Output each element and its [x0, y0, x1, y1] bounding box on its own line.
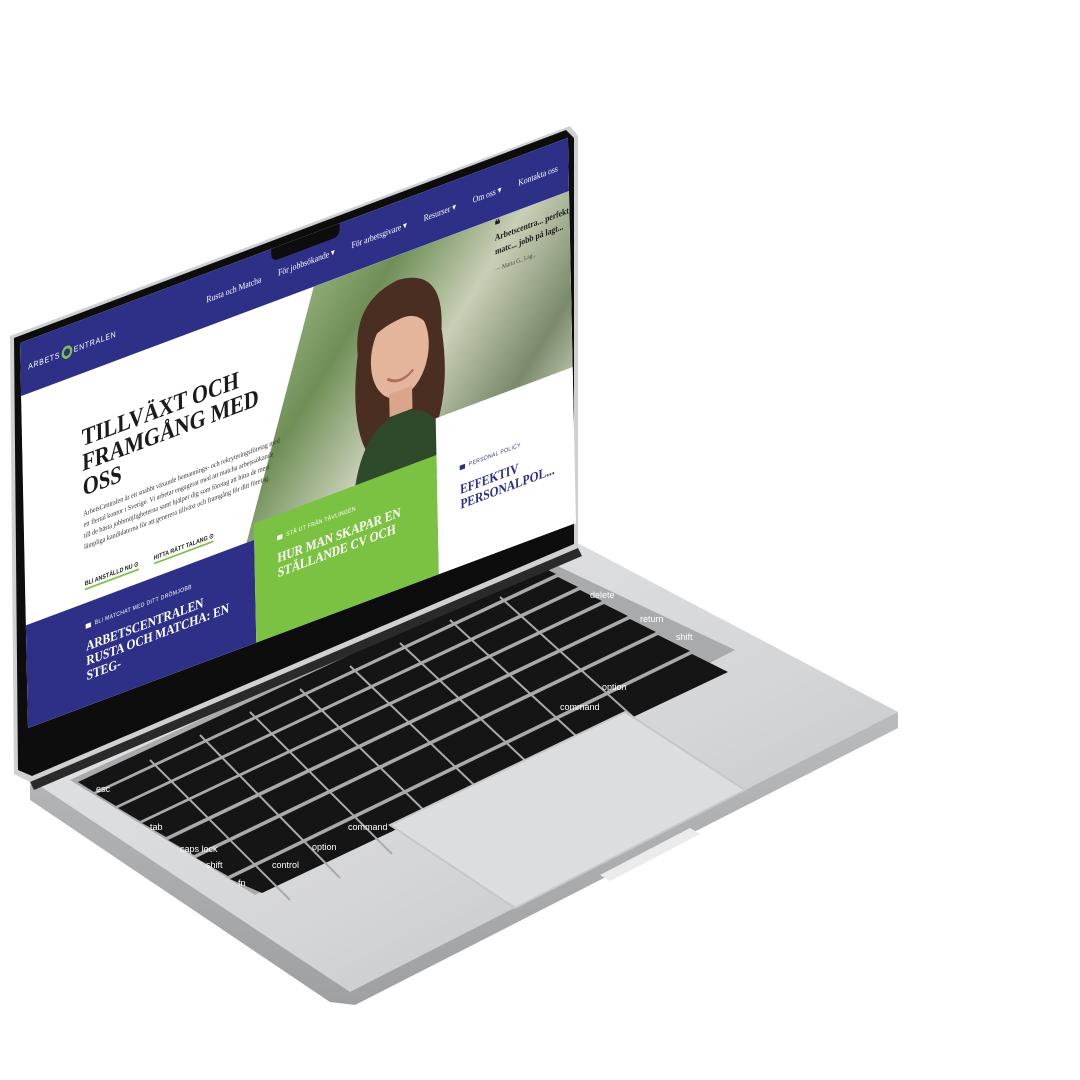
nav-item-om-oss[interactable]: Om oss ▾: [473, 185, 502, 206]
key-return: return: [640, 614, 664, 624]
key-command-right: command: [560, 702, 600, 712]
square-bullet-icon: [277, 533, 283, 541]
key-shift-right: shift: [676, 632, 693, 642]
key-fn: fn: [238, 878, 246, 888]
key-tab: tab: [150, 822, 163, 832]
key-caps-lock: caps lock: [180, 844, 218, 854]
key-control: control: [272, 860, 299, 870]
square-bullet-icon: [85, 622, 92, 629]
key-delete: delete: [590, 590, 615, 600]
logo-text-left: ARBETS: [28, 350, 61, 372]
nav-item-rusta-och-matcha[interactable]: Rusta och Matcha: [206, 275, 261, 306]
card-heading: EFFEKTIV PERSONALPOL...: [460, 461, 555, 513]
nav-item-for-arbetsgivare[interactable]: För arbetsgivare ▾: [351, 220, 407, 251]
square-bullet-icon: [459, 463, 466, 471]
key-command-left: command: [348, 822, 388, 832]
logo-ring-icon: [61, 343, 73, 361]
logo-text-right: ENTRALEN: [73, 329, 117, 355]
key-esc: esc: [96, 784, 111, 794]
key-option-right: option: [602, 682, 627, 692]
key-shift-left: shift: [206, 860, 223, 870]
nav-item-kontakta-oss[interactable]: Kontakta oss: [518, 164, 558, 189]
key-option-left: option: [312, 842, 337, 852]
laptop-scene: esc tab caps lock shift fn control optio…: [0, 0, 1080, 1080]
nav-item-resurser[interactable]: Resurser ▾: [424, 202, 457, 224]
